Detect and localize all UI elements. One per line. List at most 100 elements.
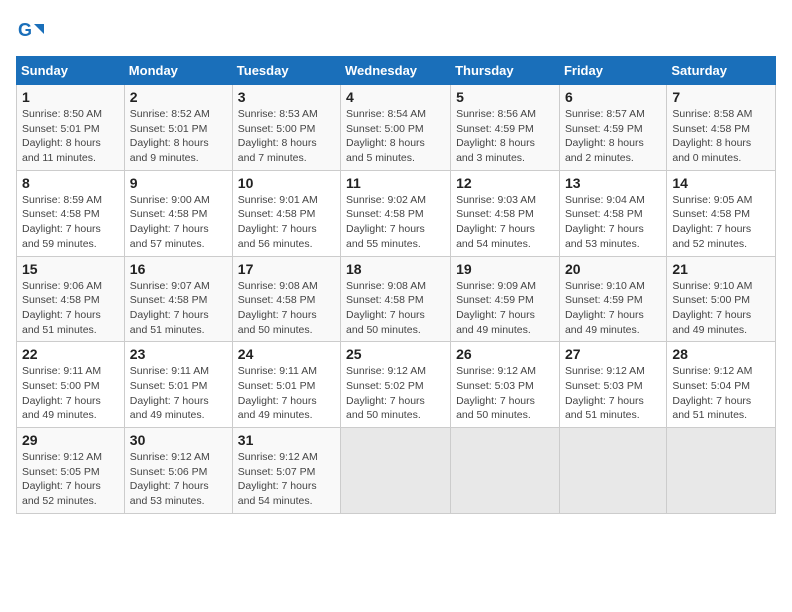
day-cell-16: 16 Sunrise: 9:07 AMSunset: 4:58 PMDaylig… xyxy=(124,256,232,342)
day-number: 11 xyxy=(346,175,445,191)
day-cell-29: 29 Sunrise: 9:12 AMSunset: 5:05 PMDaylig… xyxy=(17,428,125,514)
day-cell-7: 7 Sunrise: 8:58 AMSunset: 4:58 PMDayligh… xyxy=(667,85,776,171)
day-cell-19: 19 Sunrise: 9:09 AMSunset: 4:59 PMDaylig… xyxy=(451,256,560,342)
day-number: 7 xyxy=(672,89,770,105)
day-cell-17: 17 Sunrise: 9:08 AMSunset: 4:58 PMDaylig… xyxy=(232,256,340,342)
day-cell-10: 10 Sunrise: 9:01 AMSunset: 4:58 PMDaylig… xyxy=(232,170,340,256)
day-cell-6: 6 Sunrise: 8:57 AMSunset: 4:59 PMDayligh… xyxy=(559,85,666,171)
day-cell-15: 15 Sunrise: 9:06 AMSunset: 4:58 PMDaylig… xyxy=(17,256,125,342)
day-cell-14: 14 Sunrise: 9:05 AMSunset: 4:58 PMDaylig… xyxy=(667,170,776,256)
day-cell-18: 18 Sunrise: 9:08 AMSunset: 4:58 PMDaylig… xyxy=(341,256,451,342)
day-info: Sunrise: 9:09 AMSunset: 4:59 PMDaylight:… xyxy=(456,279,554,338)
day-info: Sunrise: 9:11 AMSunset: 5:00 PMDaylight:… xyxy=(22,364,119,423)
day-info: Sunrise: 8:56 AMSunset: 4:59 PMDaylight:… xyxy=(456,107,554,166)
day-number: 8 xyxy=(22,175,119,191)
day-cell-20: 20 Sunrise: 9:10 AMSunset: 4:59 PMDaylig… xyxy=(559,256,666,342)
day-number: 19 xyxy=(456,261,554,277)
day-header-monday: Monday xyxy=(124,57,232,85)
day-number: 23 xyxy=(130,346,227,362)
day-info: Sunrise: 9:03 AMSunset: 4:58 PMDaylight:… xyxy=(456,193,554,252)
day-info: Sunrise: 9:12 AMSunset: 5:06 PMDaylight:… xyxy=(130,450,227,509)
day-info: Sunrise: 8:57 AMSunset: 4:59 PMDaylight:… xyxy=(565,107,661,166)
day-header-wednesday: Wednesday xyxy=(341,57,451,85)
day-number: 21 xyxy=(672,261,770,277)
day-header-friday: Friday xyxy=(559,57,666,85)
day-number: 12 xyxy=(456,175,554,191)
day-info: Sunrise: 8:52 AMSunset: 5:01 PMDaylight:… xyxy=(130,107,227,166)
day-info: Sunrise: 9:11 AMSunset: 5:01 PMDaylight:… xyxy=(130,364,227,423)
day-number: 24 xyxy=(238,346,335,362)
empty-cell xyxy=(451,428,560,514)
day-info: Sunrise: 8:50 AMSunset: 5:01 PMDaylight:… xyxy=(22,107,119,166)
day-number: 4 xyxy=(346,89,445,105)
day-cell-9: 9 Sunrise: 9:00 AMSunset: 4:58 PMDayligh… xyxy=(124,170,232,256)
day-info: Sunrise: 9:12 AMSunset: 5:03 PMDaylight:… xyxy=(565,364,661,423)
day-cell-22: 22 Sunrise: 9:11 AMSunset: 5:00 PMDaylig… xyxy=(17,342,125,428)
day-number: 17 xyxy=(238,261,335,277)
day-number: 1 xyxy=(22,89,119,105)
day-number: 14 xyxy=(672,175,770,191)
day-info: Sunrise: 9:12 AMSunset: 5:05 PMDaylight:… xyxy=(22,450,119,509)
week-row-2: 8 Sunrise: 8:59 AMSunset: 4:58 PMDayligh… xyxy=(17,170,776,256)
day-info: Sunrise: 8:58 AMSunset: 4:58 PMDaylight:… xyxy=(672,107,770,166)
day-cell-23: 23 Sunrise: 9:11 AMSunset: 5:01 PMDaylig… xyxy=(124,342,232,428)
page-header: G xyxy=(16,16,776,44)
day-info: Sunrise: 8:54 AMSunset: 5:00 PMDaylight:… xyxy=(346,107,445,166)
day-number: 10 xyxy=(238,175,335,191)
day-number: 28 xyxy=(672,346,770,362)
day-number: 26 xyxy=(456,346,554,362)
day-info: Sunrise: 8:59 AMSunset: 4:58 PMDaylight:… xyxy=(22,193,119,252)
day-info: Sunrise: 9:12 AMSunset: 5:07 PMDaylight:… xyxy=(238,450,335,509)
day-number: 5 xyxy=(456,89,554,105)
week-row-5: 29 Sunrise: 9:12 AMSunset: 5:05 PMDaylig… xyxy=(17,428,776,514)
day-cell-21: 21 Sunrise: 9:10 AMSunset: 5:00 PMDaylig… xyxy=(667,256,776,342)
day-number: 6 xyxy=(565,89,661,105)
day-cell-24: 24 Sunrise: 9:11 AMSunset: 5:01 PMDaylig… xyxy=(232,342,340,428)
day-number: 29 xyxy=(22,432,119,448)
day-info: Sunrise: 9:05 AMSunset: 4:58 PMDaylight:… xyxy=(672,193,770,252)
day-number: 18 xyxy=(346,261,445,277)
calendar-header: SundayMondayTuesdayWednesdayThursdayFrid… xyxy=(17,57,776,85)
day-info: Sunrise: 9:12 AMSunset: 5:02 PMDaylight:… xyxy=(346,364,445,423)
day-number: 22 xyxy=(22,346,119,362)
day-cell-26: 26 Sunrise: 9:12 AMSunset: 5:03 PMDaylig… xyxy=(451,342,560,428)
day-cell-11: 11 Sunrise: 9:02 AMSunset: 4:58 PMDaylig… xyxy=(341,170,451,256)
week-row-4: 22 Sunrise: 9:11 AMSunset: 5:00 PMDaylig… xyxy=(17,342,776,428)
day-info: Sunrise: 9:11 AMSunset: 5:01 PMDaylight:… xyxy=(238,364,335,423)
day-header-sunday: Sunday xyxy=(17,57,125,85)
day-number: 30 xyxy=(130,432,227,448)
day-cell-30: 30 Sunrise: 9:12 AMSunset: 5:06 PMDaylig… xyxy=(124,428,232,514)
day-cell-2: 2 Sunrise: 8:52 AMSunset: 5:01 PMDayligh… xyxy=(124,85,232,171)
day-info: Sunrise: 8:53 AMSunset: 5:00 PMDaylight:… xyxy=(238,107,335,166)
day-header-thursday: Thursday xyxy=(451,57,560,85)
day-number: 31 xyxy=(238,432,335,448)
day-info: Sunrise: 9:12 AMSunset: 5:04 PMDaylight:… xyxy=(672,364,770,423)
day-info: Sunrise: 9:01 AMSunset: 4:58 PMDaylight:… xyxy=(238,193,335,252)
day-number: 16 xyxy=(130,261,227,277)
day-cell-5: 5 Sunrise: 8:56 AMSunset: 4:59 PMDayligh… xyxy=(451,85,560,171)
day-header-tuesday: Tuesday xyxy=(232,57,340,85)
day-cell-25: 25 Sunrise: 9:12 AMSunset: 5:02 PMDaylig… xyxy=(341,342,451,428)
day-number: 13 xyxy=(565,175,661,191)
day-header-saturday: Saturday xyxy=(667,57,776,85)
day-cell-4: 4 Sunrise: 8:54 AMSunset: 5:00 PMDayligh… xyxy=(341,85,451,171)
day-info: Sunrise: 9:02 AMSunset: 4:58 PMDaylight:… xyxy=(346,193,445,252)
day-cell-13: 13 Sunrise: 9:04 AMSunset: 4:58 PMDaylig… xyxy=(559,170,666,256)
logo: G xyxy=(16,16,48,44)
day-number: 15 xyxy=(22,261,119,277)
week-row-1: 1 Sunrise: 8:50 AMSunset: 5:01 PMDayligh… xyxy=(17,85,776,171)
day-number: 3 xyxy=(238,89,335,105)
day-number: 20 xyxy=(565,261,661,277)
calendar-table: SundayMondayTuesdayWednesdayThursdayFrid… xyxy=(16,56,776,514)
day-cell-31: 31 Sunrise: 9:12 AMSunset: 5:07 PMDaylig… xyxy=(232,428,340,514)
day-cell-8: 8 Sunrise: 8:59 AMSunset: 4:58 PMDayligh… xyxy=(17,170,125,256)
day-cell-27: 27 Sunrise: 9:12 AMSunset: 5:03 PMDaylig… xyxy=(559,342,666,428)
empty-cell xyxy=(559,428,666,514)
day-info: Sunrise: 9:00 AMSunset: 4:58 PMDaylight:… xyxy=(130,193,227,252)
day-info: Sunrise: 9:08 AMSunset: 4:58 PMDaylight:… xyxy=(346,279,445,338)
day-cell-1: 1 Sunrise: 8:50 AMSunset: 5:01 PMDayligh… xyxy=(17,85,125,171)
day-info: Sunrise: 9:10 AMSunset: 4:59 PMDaylight:… xyxy=(565,279,661,338)
day-info: Sunrise: 9:10 AMSunset: 5:00 PMDaylight:… xyxy=(672,279,770,338)
day-number: 9 xyxy=(130,175,227,191)
day-info: Sunrise: 9:07 AMSunset: 4:58 PMDaylight:… xyxy=(130,279,227,338)
